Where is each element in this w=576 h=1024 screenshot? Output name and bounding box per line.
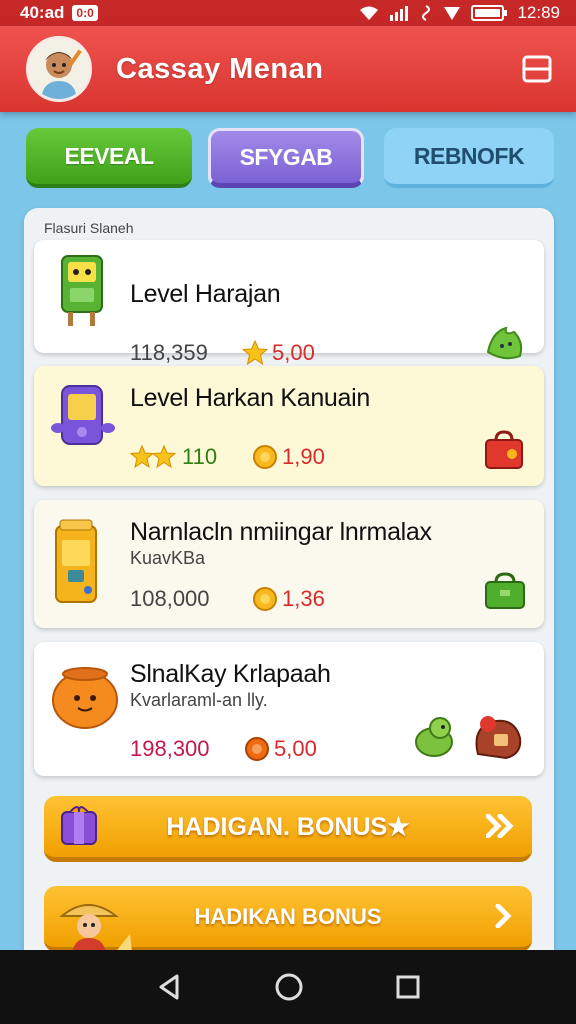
double-chevron-right-icon xyxy=(485,813,514,839)
bonus-2-arrow xyxy=(494,903,514,935)
bonus-button-1[interactable]: HADIGAN. BONUS★ xyxy=(44,796,532,862)
level-card-4[interactable]: SlnalKay Krlapaah Kvarlaraml-an lly. 198… xyxy=(34,642,544,776)
app-header: Cassay Menan xyxy=(0,26,576,112)
tab-rebnofk[interactable]: REBNOFK xyxy=(384,128,554,188)
green-phone-character-icon xyxy=(61,255,103,326)
orange-coin-icon xyxy=(245,737,269,761)
card-4-icon xyxy=(48,658,122,737)
purple-gift-icon xyxy=(61,806,97,845)
card-3-stat-2-value: 1,36 xyxy=(282,586,325,611)
menu-icon xyxy=(522,55,552,83)
back-icon[interactable] xyxy=(155,973,183,1001)
status-time-right: 12:89 xyxy=(517,3,560,22)
card-1-reward[interactable] xyxy=(484,322,528,369)
bonus-1-icon xyxy=(58,804,102,855)
app-title: Cassay Menan xyxy=(116,52,324,85)
avatar-character-icon xyxy=(29,39,89,99)
card-3-subtitle: KuavKBa xyxy=(130,548,206,568)
card-3-reward[interactable] xyxy=(482,570,528,617)
card-4-stat-1-value: 198,300 xyxy=(130,736,210,761)
pets-icon xyxy=(415,716,522,760)
avatar[interactable] xyxy=(26,36,92,102)
bonus-1-label: HADIGAN. BONUS★ xyxy=(166,812,410,841)
card-2-stat-2-value: 1,90 xyxy=(282,444,325,469)
card-2-reward[interactable] xyxy=(482,428,526,477)
menu-button[interactable] xyxy=(520,52,554,86)
card-1-stat-2-value: 5,00 xyxy=(272,340,315,365)
card-1-stat-1: 118,359 xyxy=(130,340,208,366)
card-1-stat-2: 5,00 xyxy=(242,340,315,366)
card-4-reward[interactable] xyxy=(410,710,534,767)
sync-icon xyxy=(422,5,431,21)
bonus-1-arrow xyxy=(485,813,514,845)
card-3-title: Narnlacln nmiingar lnrmalax xyxy=(130,518,432,546)
level-card-3[interactable]: Narnlacln nmiingar lnrmalax KuavKBa 108,… xyxy=(34,500,544,628)
card-3-stat-1: 108,000 xyxy=(130,586,210,612)
home-icon[interactable] xyxy=(274,972,304,1002)
orange-pot-character-icon xyxy=(52,667,118,729)
card-2-title: Level Harkan Kanuain xyxy=(130,384,370,412)
wifi-icon xyxy=(360,6,379,20)
card-4-subtitle: Kvarlaraml-an lly. xyxy=(130,690,268,710)
explorer-character-icon xyxy=(59,904,132,954)
card-2-stat-1: 110 xyxy=(130,444,217,470)
level-card-2[interactable]: Level Harkan Kanuain 110 1,90 xyxy=(34,366,544,486)
green-leaf-icon xyxy=(486,326,523,360)
card-2-stat-1-value: 110 xyxy=(182,444,218,469)
bonus-button-2[interactable]: HADIKAN BONUS xyxy=(44,886,532,954)
stars-icon xyxy=(130,444,177,469)
signal-icon xyxy=(390,6,409,21)
status-bar: 40:ad 0:0 12:89 xyxy=(0,0,576,26)
chevron-right-icon xyxy=(495,903,512,929)
navigation-bar xyxy=(0,950,576,1024)
green-bag-icon xyxy=(485,572,525,609)
card-1-stat-1-value: 118,359 xyxy=(130,340,208,365)
status-right: 12:89 xyxy=(359,3,560,23)
card-2-stat-2: 1,90 xyxy=(252,444,325,470)
card-4-stat-1: 198,300 xyxy=(130,736,210,762)
tab-bar: EEVEAL SFYGAB REBNOFK xyxy=(0,128,576,190)
tab-sfygab[interactable]: SFYGAB xyxy=(208,128,364,188)
card-1-title: Level Harajan xyxy=(130,280,281,308)
card-4-stat-2: 5,00 xyxy=(244,736,317,762)
card-4-title: SlnalKay Krlapaah xyxy=(130,660,331,688)
card-3-stat-1-value: 108,000 xyxy=(130,586,210,611)
red-bag-icon xyxy=(485,430,523,469)
star-icon xyxy=(242,340,268,366)
bonus-2-label: HADIKAN BONUS xyxy=(194,903,382,929)
status-left: 40:ad 0:0 xyxy=(20,3,98,23)
vending-machine-icon xyxy=(55,519,97,603)
status-chip: 0:0 xyxy=(72,5,98,21)
status-time-left: 40:ad xyxy=(20,3,65,22)
dropdown-signal-icon xyxy=(444,7,461,20)
coin-icon xyxy=(253,587,277,611)
card-4-stat-2-value: 5,00 xyxy=(274,736,317,761)
tab-eeveal[interactable]: EEVEAL xyxy=(26,128,192,188)
card-3-icon xyxy=(48,518,108,613)
coin-icon xyxy=(253,445,277,469)
level-list-panel: Flasuri Slaneh Level Harajan 118,359 5,0… xyxy=(24,208,554,968)
battery-icon xyxy=(471,5,508,21)
panel-caption: Flasuri Slaneh xyxy=(44,220,134,236)
card-3-stat-2: 1,36 xyxy=(252,586,325,612)
card-1-icon xyxy=(48,250,118,339)
recents-icon[interactable] xyxy=(395,974,421,1000)
purple-device-icon xyxy=(51,385,115,445)
card-2-icon xyxy=(48,380,118,465)
level-card-1[interactable]: Level Harajan 118,359 5,00 xyxy=(34,240,544,366)
